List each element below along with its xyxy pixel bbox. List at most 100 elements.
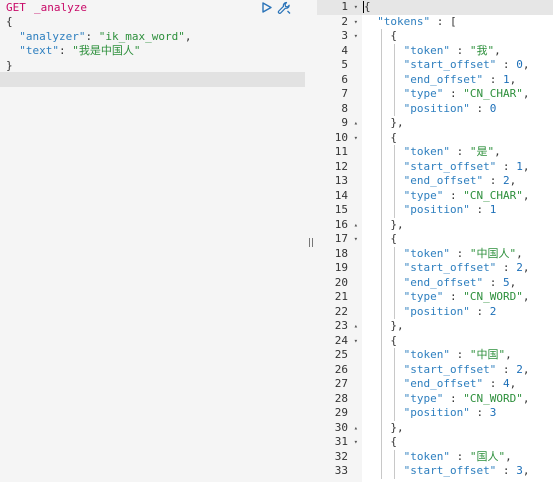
code-token: : bbox=[443, 290, 464, 303]
line-number: 15 bbox=[334, 203, 348, 216]
line-number: 24 ▾ bbox=[334, 333, 358, 349]
indent-guide bbox=[381, 217, 383, 232]
code-token: , bbox=[494, 145, 501, 158]
code-token: "position" bbox=[403, 101, 470, 115]
code-token: }, bbox=[390, 217, 404, 231]
code-token: : bbox=[449, 348, 470, 361]
code-token: 2 bbox=[502, 174, 510, 187]
code-token: 1 bbox=[489, 203, 497, 216]
line-number: 13 bbox=[334, 174, 348, 187]
request-method: GET bbox=[6, 1, 26, 14]
indent-guide bbox=[381, 87, 383, 102]
code-token: 0 bbox=[516, 58, 523, 71]
code-token: : bbox=[443, 87, 464, 100]
fold-expand-icon[interactable]: ▴ bbox=[354, 421, 358, 436]
request-body-line[interactable]: { bbox=[6, 15, 191, 30]
indent-guide bbox=[381, 159, 383, 174]
line-number: 1 ▾ bbox=[317, 0, 362, 15]
fold-collapse-icon[interactable]: ▾ bbox=[354, 334, 358, 349]
fold-collapse-icon[interactable]: ▾ bbox=[354, 131, 358, 146]
response-line: }, bbox=[362, 116, 529, 131]
code-token: : bbox=[496, 261, 517, 274]
code-token: : bbox=[483, 174, 503, 187]
fold-collapse-icon[interactable]: ▾ bbox=[354, 29, 358, 44]
code-token: 2 bbox=[516, 261, 523, 274]
play-icon[interactable] bbox=[262, 2, 272, 13]
pane-splitter[interactable] bbox=[305, 0, 317, 482]
code-token: , bbox=[184, 29, 192, 43]
code-token: "CN_CHAR" bbox=[463, 87, 523, 100]
fold-expand-icon[interactable]: ▴ bbox=[354, 218, 358, 233]
indent-guide bbox=[381, 333, 383, 348]
code-token: 5 bbox=[502, 275, 510, 289]
line-number: 12 bbox=[334, 159, 348, 173]
fold-expand-icon[interactable]: ▴ bbox=[354, 116, 358, 131]
indent-guide bbox=[381, 232, 383, 247]
indent-guide bbox=[394, 348, 396, 363]
code-token: "position" bbox=[403, 406, 470, 419]
code-token: : bbox=[469, 304, 490, 318]
line-number: 29 bbox=[334, 406, 348, 419]
code-token: : bbox=[483, 275, 503, 289]
code-token: 1 bbox=[502, 72, 510, 86]
indent-guide bbox=[394, 406, 396, 421]
line-number: 2 ▾ bbox=[341, 14, 358, 30]
code-token: : bbox=[483, 377, 503, 390]
indent-guide bbox=[394, 58, 396, 73]
response-line: "type" : "CN_WORD", bbox=[362, 391, 529, 406]
indent-guide bbox=[381, 377, 383, 392]
request-body-line[interactable]: "analyzer": "ik_max_word", bbox=[6, 30, 191, 45]
wrench-icon[interactable] bbox=[277, 1, 291, 15]
indent-guide bbox=[394, 159, 396, 174]
code-token: "position" bbox=[403, 203, 470, 216]
code-token: : bbox=[496, 58, 517, 71]
line-number: 25 bbox=[334, 348, 348, 361]
response-line: "start_offset" : 2, bbox=[362, 261, 529, 276]
line-number: 31 ▾ bbox=[334, 435, 358, 450]
request-body-line[interactable]: } bbox=[6, 59, 191, 74]
indent-guide bbox=[394, 87, 396, 102]
indent-guide bbox=[394, 101, 396, 116]
fold-collapse-icon[interactable]: ▾ bbox=[354, 15, 358, 30]
code-token: : bbox=[443, 391, 464, 405]
code-token: }, bbox=[390, 116, 404, 129]
request-path: _analyze bbox=[34, 1, 87, 14]
response-line: "position" : 1 bbox=[362, 203, 529, 218]
line-number: 10 ▾ bbox=[334, 130, 358, 146]
code-token: { bbox=[390, 232, 398, 245]
fold-collapse-icon[interactable]: ▾ bbox=[354, 0, 358, 15]
line-number: 6 bbox=[341, 72, 348, 86]
line-number: 18 bbox=[334, 246, 348, 260]
code-token: : bbox=[469, 406, 490, 419]
response-body: {"tokens" : [{"token" : "我", "start_offse… bbox=[362, 0, 529, 479]
fold-collapse-icon[interactable]: ▾ bbox=[354, 232, 358, 247]
code-token: "tokens" bbox=[377, 14, 431, 28]
response-line: "token" : "中国人", bbox=[362, 246, 529, 261]
code-token: 2 bbox=[516, 362, 523, 376]
active-line-highlight bbox=[0, 72, 305, 87]
request-line[interactable]: GET _analyze bbox=[0, 0, 305, 15]
code-token: "start_offset" bbox=[403, 159, 497, 173]
code-token: "analyzer" bbox=[19, 29, 86, 43]
fold-collapse-icon[interactable]: ▾ bbox=[354, 435, 358, 450]
line-number-gutter: 1 ▾ 2 ▾ 3 ▾ 4 5 6 7 8 9 ▴ 10 ▾ 11 12 13 14 15 16 ▴ 17 ▾ 18 19 20 21… bbox=[317, 0, 362, 482]
request-editor[interactable]: GET _analyze { "analyzer": "ik_max_word"… bbox=[0, 0, 305, 482]
code-token: "是" bbox=[469, 145, 495, 158]
response-line: "start_offset" : 2, bbox=[362, 362, 529, 377]
splitter-handle-icon[interactable] bbox=[309, 238, 313, 247]
response-line: { bbox=[362, 0, 529, 15]
indent-guide bbox=[381, 130, 383, 145]
request-body-line[interactable]: "text": "我是中国人" bbox=[6, 44, 191, 59]
indent-guide bbox=[394, 362, 396, 377]
indent-guide bbox=[381, 29, 383, 44]
request-body[interactable]: { "analyzer": "ik_max_word", "text": "我是… bbox=[6, 15, 191, 73]
code-token: : bbox=[85, 29, 99, 43]
fold-expand-icon[interactable]: ▴ bbox=[354, 319, 358, 334]
indent-guide bbox=[394, 145, 396, 160]
line-number: 14 bbox=[334, 188, 348, 202]
code-token: { bbox=[390, 435, 398, 448]
indent-guide bbox=[381, 275, 383, 290]
line-number: 33 bbox=[334, 464, 348, 477]
response-line: "end_offset" : 1, bbox=[362, 72, 529, 87]
response-viewer[interactable]: 1 ▾ 2 ▾ 3 ▾ 4 5 6 7 8 9 ▴ 10 ▾ 11 12 13 14 15 16 ▴ 17 ▾ 18 19 20 21… bbox=[317, 0, 553, 482]
